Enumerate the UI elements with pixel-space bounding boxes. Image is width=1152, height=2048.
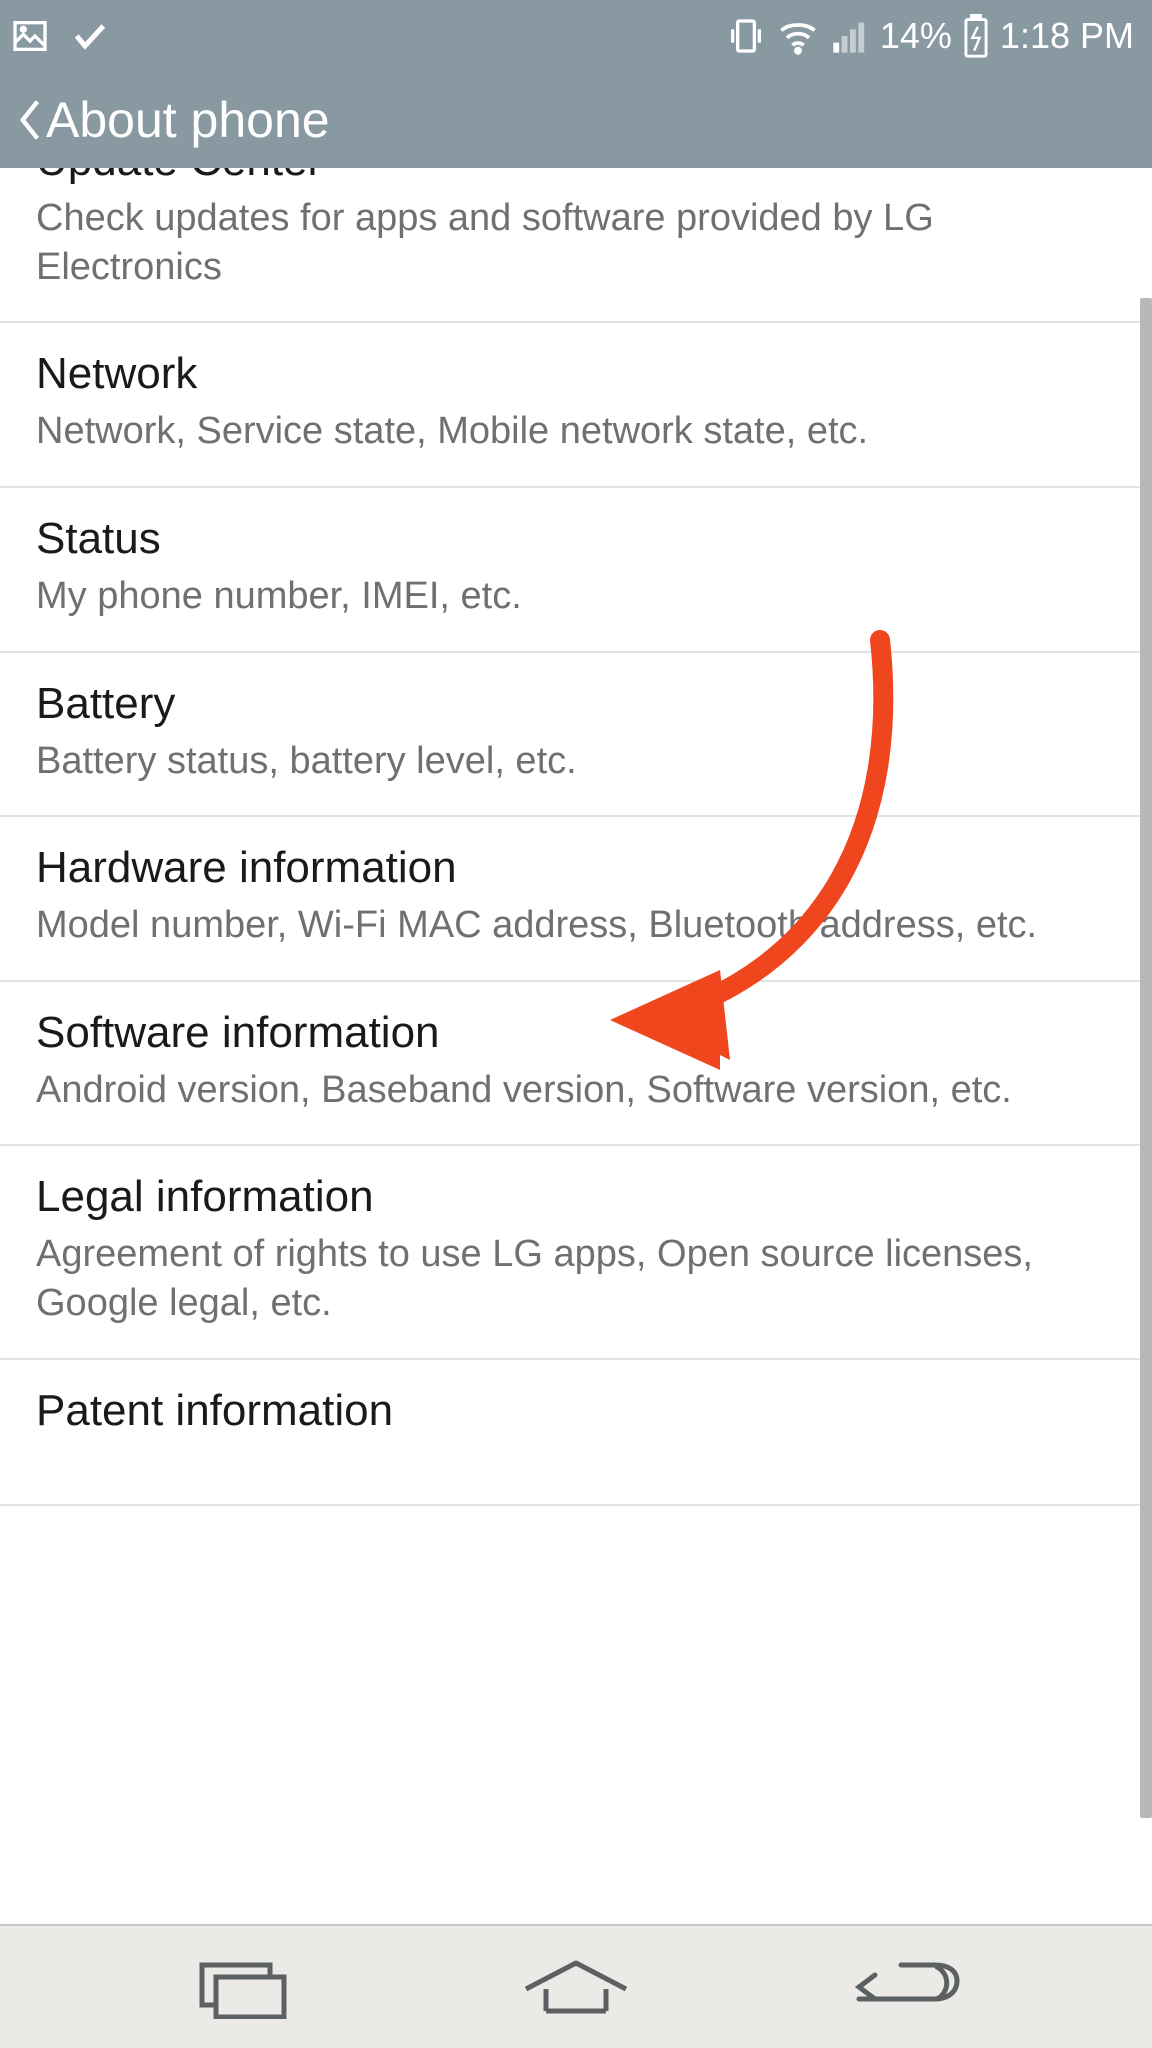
item-desc: Agreement of rights to use LG apps, Open… xyxy=(36,1230,1116,1327)
item-desc: Check updates for apps and software prov… xyxy=(36,194,1116,291)
scrollbar-thumb[interactable] xyxy=(1140,298,1152,1818)
home-button[interactable] xyxy=(506,1955,646,2019)
item-title: Update Center xyxy=(36,168,1116,186)
list-item-patent-information[interactable]: Patent information xyxy=(0,1360,1152,1506)
list-item-battery[interactable]: Battery Battery status, battery level, e… xyxy=(0,653,1152,818)
wifi-icon xyxy=(776,14,820,58)
list-item-update-center[interactable]: Update Center Check updates for apps and… xyxy=(0,168,1152,323)
back-icon[interactable] xyxy=(14,98,46,142)
item-title: Hardware information xyxy=(36,843,1116,893)
battery-charging-icon xyxy=(962,14,990,58)
list-item-network[interactable]: Network Network, Service state, Mobile n… xyxy=(0,323,1152,488)
item-title: Software information xyxy=(36,1008,1116,1058)
item-desc: Model number, Wi-Fi MAC address, Bluetoo… xyxy=(36,901,1116,950)
item-title: Status xyxy=(36,514,1116,564)
status-right: 14% 1:18 PM xyxy=(726,14,1134,58)
vibrate-icon xyxy=(726,16,766,56)
back-button[interactable] xyxy=(837,1955,977,2019)
battery-percent: 14% xyxy=(880,15,952,57)
recent-apps-button[interactable] xyxy=(175,1955,315,2019)
screen: 14% 1:18 PM About phone Update Center Ch… xyxy=(0,0,1152,2048)
item-desc: Network, Service state, Mobile network s… xyxy=(36,407,1116,456)
page-title: About phone xyxy=(46,91,330,149)
item-desc: Android version, Baseband version, Softw… xyxy=(36,1066,1116,1115)
settings-list[interactable]: Update Center Check updates for apps and… xyxy=(0,168,1152,1924)
clock: 1:18 PM xyxy=(1000,15,1134,57)
signal-icon xyxy=(830,16,870,56)
list-item-status[interactable]: Status My phone number, IMEI, etc. xyxy=(0,488,1152,653)
item-desc: Battery status, battery level, etc. xyxy=(36,737,1116,786)
status-left xyxy=(10,16,110,56)
title-bar[interactable]: About phone xyxy=(0,72,1152,168)
item-title: Patent information xyxy=(36,1386,1116,1436)
item-desc: My phone number, IMEI, etc. xyxy=(36,572,1116,621)
picture-icon xyxy=(10,16,50,56)
item-title: Network xyxy=(36,349,1116,399)
status-bar: 14% 1:18 PM xyxy=(0,0,1152,72)
item-title: Legal information xyxy=(36,1172,1116,1222)
list-item-hardware-information[interactable]: Hardware information Model number, Wi-Fi… xyxy=(0,817,1152,982)
list-item-legal-information[interactable]: Legal information Agreement of rights to… xyxy=(0,1146,1152,1359)
list-item-software-information[interactable]: Software information Android version, Ba… xyxy=(0,982,1152,1147)
nav-bar xyxy=(0,1924,1152,2048)
checkmark-icon xyxy=(70,16,110,56)
item-title: Battery xyxy=(36,679,1116,729)
